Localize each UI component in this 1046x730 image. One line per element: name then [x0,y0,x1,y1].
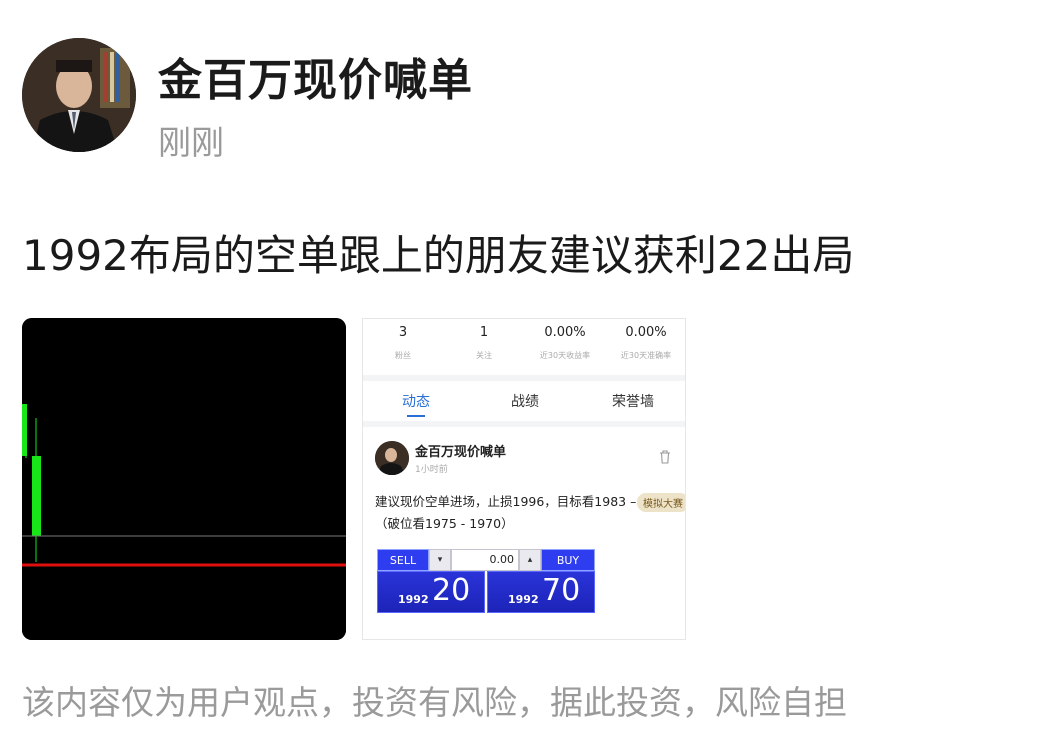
sell-price-prefix: 1992 [398,593,429,606]
qty-decrease-button[interactable]: ▾ [429,549,451,571]
candle-body [32,456,41,536]
tab-honor-wall[interactable]: 荣誉墙 [612,391,654,411]
author-avatar[interactable] [22,38,136,152]
post-image-chart[interactable] [22,318,346,640]
sell-button[interactable]: SELL [377,549,429,571]
stat-label: 近30天收益率 [539,351,591,360]
avatar-photo [22,38,136,152]
delete-icon[interactable] [659,449,671,468]
divider [363,375,685,381]
active-tab-indicator [407,415,425,417]
stat-fans: 3 粉丝 [363,325,443,361]
sell-price-main: 20 [432,573,471,608]
divider [363,421,685,427]
stat-return: 0.00% 近30天收益率 [525,325,605,361]
simulation-badge[interactable]: 模拟大赛 [637,493,685,512]
post-time: 刚刚 [158,123,224,162]
stat-value: 0.00% [544,325,586,340]
mini-author-name[interactable]: 金百万现价喊单 [415,441,506,460]
qty-input[interactable]: 0.00 [451,549,519,571]
stat-value: 3 [398,325,408,340]
qty-increase-button[interactable]: ▴ [519,549,541,571]
stat-value: 1 [479,325,489,340]
sell-price[interactable]: 1992 20 [377,571,485,613]
stat-label: 近30天准确率 [620,351,672,360]
stat-following: 1 关注 [444,325,524,361]
buy-button[interactable]: BUY [541,549,595,571]
buy-price-prefix: 1992 [508,593,539,606]
stat-accuracy: 0.00% 近30天准确率 [606,325,685,361]
risk-disclaimer: 该内容仅为用户观点，投资有风险，据此投资，风险自担 [22,683,847,722]
buy-price[interactable]: 1992 70 [487,571,595,613]
candle-body [22,404,27,456]
avatar-photo [375,441,409,475]
stat-label: 粉丝 [395,351,411,360]
trade-panel: SELL ▾ 0.00 ▴ BUY 1992 20 1992 70 [377,549,595,613]
stat-label: 关注 [476,351,492,360]
mini-avatar[interactable] [375,441,409,475]
mini-post-time: 1小时前 [415,465,448,475]
post-image-screenshot[interactable]: 3 粉丝 1 关注 0.00% 近30天收益率 0.00% 近30天准确率 动态… [362,318,686,640]
buy-price-main: 70 [542,573,581,608]
tab-dynamics[interactable]: 动态 [402,391,430,411]
candlestick-chart [22,318,346,640]
post-text: 1992布局的空单跟上的朋友建议获利22出局 [22,231,855,280]
tab-record[interactable]: 战绩 [511,391,539,411]
author-name[interactable]: 金百万现价喊单 [158,44,473,108]
mini-post-text: 建议现价空单进场，止损1996，目标看1983 – 1980（破位看1975 -… [375,494,673,531]
stat-value: 0.00% [625,325,667,340]
